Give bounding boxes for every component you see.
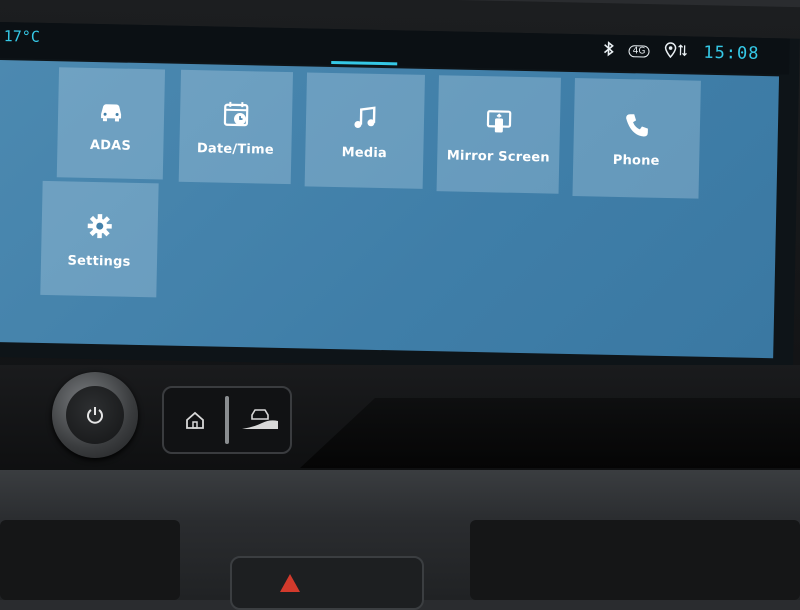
tile-phone[interactable]: Phone bbox=[572, 78, 700, 199]
clock: 15:08 bbox=[703, 43, 760, 64]
tile-label: Mirror Screen bbox=[447, 148, 550, 165]
power-icon bbox=[66, 386, 124, 444]
outside-temperature: 17°C bbox=[4, 27, 40, 46]
console-trim bbox=[300, 398, 800, 468]
gear-icon bbox=[83, 209, 116, 242]
tile-label: Phone bbox=[613, 152, 660, 168]
tile-label: Settings bbox=[67, 253, 130, 269]
right-air-vent[interactable] bbox=[470, 520, 800, 600]
vehicle-settings-icon bbox=[240, 407, 280, 433]
app-launcher-panel: ADAS Date/Time Media Mirror Screen Phone… bbox=[0, 60, 779, 358]
music-note-icon bbox=[349, 101, 382, 134]
home-icon bbox=[184, 409, 206, 431]
infotainment-screen: 17°C 4G 15:08 ADAS Date/Time Media bbox=[0, 22, 800, 374]
vehicle-settings-button[interactable] bbox=[229, 388, 290, 452]
calendar-clock-icon bbox=[220, 97, 253, 130]
hardware-button-group bbox=[162, 386, 292, 454]
tile-mirror-screen[interactable]: Mirror Screen bbox=[437, 75, 561, 194]
tile-label: Media bbox=[342, 145, 388, 161]
power-volume-knob[interactable] bbox=[52, 372, 138, 458]
hazard-triangle-icon bbox=[280, 574, 300, 592]
car-icon bbox=[95, 94, 128, 127]
tile-label: ADAS bbox=[90, 137, 131, 153]
tile-date-time[interactable]: Date/Time bbox=[179, 70, 293, 184]
mirror-screen-icon bbox=[483, 105, 516, 138]
bluetooth-icon bbox=[602, 41, 614, 61]
location-icon bbox=[663, 42, 689, 63]
hazard-switch[interactable] bbox=[230, 556, 424, 610]
left-air-vent[interactable] bbox=[0, 520, 180, 600]
tile-media[interactable]: Media bbox=[305, 72, 425, 188]
network-badge: 4G bbox=[629, 45, 650, 57]
tile-settings[interactable]: Settings bbox=[40, 181, 158, 297]
home-button[interactable] bbox=[164, 388, 225, 452]
tile-adas[interactable]: ADAS bbox=[57, 67, 165, 179]
status-icons: 4G 15:08 bbox=[602, 41, 759, 64]
tile-label: Date/Time bbox=[197, 141, 274, 158]
phone-icon bbox=[621, 109, 654, 142]
page-indicator bbox=[331, 61, 397, 65]
